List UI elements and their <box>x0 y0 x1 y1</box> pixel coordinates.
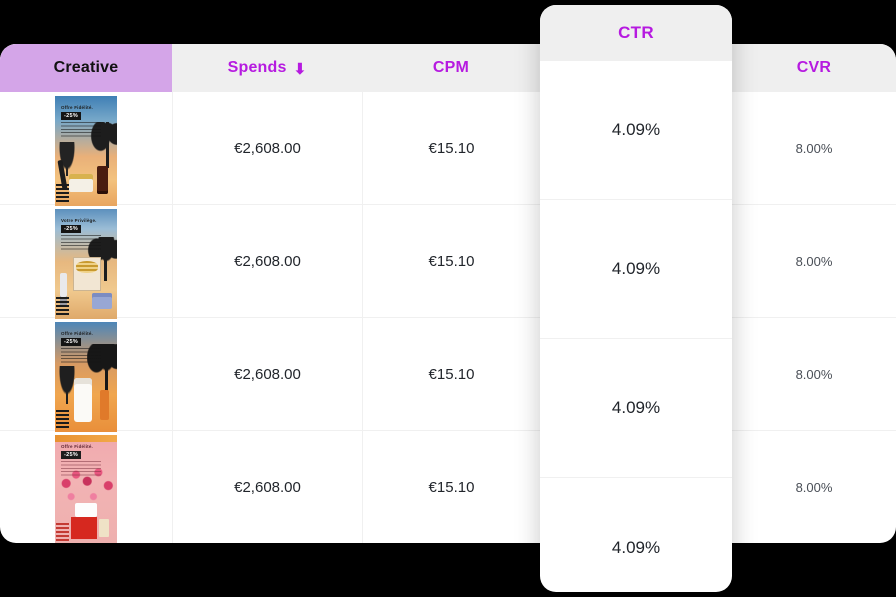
spends-value: €2,608.00 <box>234 479 301 496</box>
cpm-value: €15.10 <box>428 366 475 383</box>
cell-creative[interactable]: Offre Fidélité. -25% <box>0 92 172 206</box>
cell-cvr: 8.00% <box>732 318 896 431</box>
creative-body-text <box>61 347 101 364</box>
cell-cpm: €15.10 <box>362 318 540 431</box>
table-header-row: Creative Spends ⬇ CPM CVR <box>0 44 896 92</box>
cpm-value: €15.10 <box>428 140 475 157</box>
product-gift-card <box>75 502 97 517</box>
cell-spends: €2,608.00 <box>172 431 362 543</box>
cvr-value: 8.00% <box>795 367 833 382</box>
creative-barcode-strip <box>56 522 69 541</box>
cell-cvr: 8.00% <box>732 205 896 318</box>
cell-cvr: 8.00% <box>732 92 896 205</box>
column-header-cvr[interactable]: CVR <box>732 44 896 92</box>
product-cream-jar <box>69 173 93 192</box>
table-row[interactable]: Offre Fidélité. -25% €2,608.00 €15.10 8.… <box>0 318 896 432</box>
ctr-value: 4.09% <box>611 259 661 278</box>
column-header-spends[interactable]: Spends ⬇ <box>172 44 362 92</box>
cell-creative[interactable]: Offre Fidélité. -25% <box>0 318 172 432</box>
creative-thumbnail[interactable]: Offre Fidélité. -25% <box>55 321 117 432</box>
ctr-value: 4.09% <box>611 398 661 417</box>
cell-ctr: 4.09% <box>540 61 732 200</box>
creative-body-text <box>61 121 101 138</box>
creative-discount-badge: -25% <box>61 224 82 233</box>
creative-barcode-strip <box>56 409 69 428</box>
creative-headline: Offre Fidélité. <box>61 443 94 449</box>
cvr-value: 8.00% <box>795 254 833 269</box>
column-header-creative[interactable]: Creative <box>0 44 172 92</box>
ctr-column-card[interactable]: CTR 4.09% 4.09% 4.09% 4.09% <box>540 5 732 592</box>
creative-discount-badge: -25% <box>61 337 82 346</box>
ctr-column-body: 4.09% 4.09% 4.09% 4.09% <box>540 61 732 592</box>
cell-ctr: 4.09% <box>540 339 732 478</box>
cell-spends: €2,608.00 <box>172 92 362 205</box>
cell-creative[interactable]: Votre Privilège. -25% <box>0 205 172 319</box>
creative-discount-badge: -25% <box>61 450 82 459</box>
cell-cpm: €15.10 <box>362 92 540 205</box>
column-header-cpm-label: CPM <box>432 59 470 76</box>
product-serum-bottle <box>97 165 108 194</box>
cell-cpm: €15.10 <box>362 205 540 318</box>
creative-barcode-strip <box>56 183 69 202</box>
creative-thumbnail[interactable]: Offre Fidélité. -25% <box>55 95 117 206</box>
cell-ctr: 4.09% <box>540 200 732 339</box>
product-gift-box <box>71 516 97 539</box>
column-header-creative-label: Creative <box>53 59 119 76</box>
ctr-value: 4.09% <box>611 120 661 139</box>
column-header-ctr-label: CTR <box>618 23 654 42</box>
spends-value: €2,608.00 <box>234 140 301 157</box>
creative-barcode-strip <box>56 296 69 315</box>
screenshot-stage: Creative Spends ⬇ CPM CVR Offre Fidélité… <box>0 0 896 597</box>
creative-headline: Votre Privilège. <box>61 217 97 223</box>
spends-value: €2,608.00 <box>234 366 301 383</box>
cell-spends: €2,608.00 <box>172 318 362 431</box>
table-row[interactable]: Votre Privilège. -25% €2,608.00 €15.10 8… <box>0 205 896 319</box>
cpm-value: €15.10 <box>428 479 475 496</box>
creative-body-text <box>61 460 101 477</box>
creative-thumbnail[interactable]: Offre Fidélité. -25% <box>55 434 117 543</box>
performance-table: Creative Spends ⬇ CPM CVR Offre Fidélité… <box>0 44 896 543</box>
spends-value: €2,608.00 <box>234 253 301 270</box>
cell-creative[interactable]: Offre Fidélité. -25% <box>0 431 172 543</box>
cvr-value: 8.00% <box>795 480 833 495</box>
arrow-down-icon: ⬇ <box>293 60 307 78</box>
ctr-value: 4.09% <box>611 537 661 557</box>
product-blue-jar <box>92 292 112 309</box>
column-header-cpm[interactable]: CPM <box>362 44 540 92</box>
cell-spends: €2,608.00 <box>172 205 362 318</box>
cvr-value: 8.00% <box>795 141 833 156</box>
cell-ctr: 4.09% <box>540 478 732 592</box>
product-shampoo-bottle <box>74 377 92 422</box>
product-gold-bangles <box>76 260 98 273</box>
table-body: Offre Fidélité. -25% €2,608.00 €15.10 8.… <box>0 92 896 543</box>
cell-cpm: €15.10 <box>362 431 540 543</box>
creative-headline: Offre Fidélité. <box>61 104 94 110</box>
table-row[interactable]: Offre Fidélité. -25% €2,608.00 €15.10 8.… <box>0 92 896 206</box>
creative-thumbnail[interactable]: Votre Privilège. -25% <box>55 208 117 319</box>
column-header-spends-label: Spends <box>227 59 287 76</box>
table-row[interactable]: Offre Fidélité. -25% €2,608.00 €15.10 8.… <box>0 431 896 543</box>
column-header-ctr[interactable]: CTR <box>540 5 732 61</box>
product-perfume-bottle <box>99 518 109 537</box>
product-spray-bottle <box>100 389 109 420</box>
cell-cvr: 8.00% <box>732 431 896 543</box>
cpm-value: €15.10 <box>428 253 475 270</box>
creative-discount-badge: -25% <box>61 111 82 120</box>
creative-headline: Offre Fidélité. <box>61 330 94 336</box>
creative-body-text <box>61 234 101 251</box>
column-header-cvr-label: CVR <box>796 59 832 76</box>
